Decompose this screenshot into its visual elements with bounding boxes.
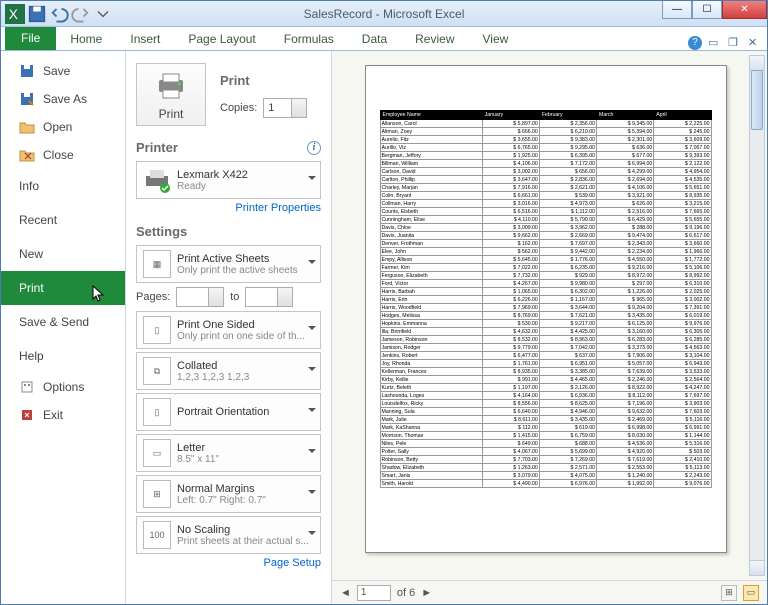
print-what-selector[interactable]: ▦ Print Active SheetsOnly print the acti… (136, 245, 321, 283)
sides-selector[interactable]: ▯ Print One SidedOnly print on one side … (136, 311, 321, 349)
preview-page: Employee NameJanuaryFebruaryMarchAprilAl… (365, 65, 727, 553)
tab-view[interactable]: View (469, 28, 523, 50)
printer-properties-link[interactable]: Printer Properties (136, 202, 321, 214)
orientation-selector[interactable]: ▯ Portrait Orientation (136, 393, 321, 431)
page-setup-link[interactable]: Page Setup (136, 557, 321, 569)
print-heading: Print (220, 73, 321, 88)
minimize-ribbon-icon[interactable]: ▭ (708, 36, 722, 50)
print-button[interactable]: Print (136, 63, 206, 126)
show-margins-button[interactable]: ⊞ (721, 585, 737, 601)
pages-from-input[interactable] (176, 287, 224, 307)
printer-selector[interactable]: Lexmark X422Ready (136, 161, 321, 199)
pages-to-label: to (230, 291, 239, 303)
restore-down-icon[interactable]: ❐ (728, 36, 742, 50)
paper-size-selector[interactable]: ▭ Letter8.5" x 11" (136, 434, 321, 472)
print-preview-pane: Employee NameJanuaryFebruaryMarchAprilAl… (331, 51, 767, 604)
printer-icon (155, 72, 187, 100)
nav-new[interactable]: New (1, 237, 125, 271)
copies-input[interactable]: 1 (263, 98, 307, 118)
nav-info[interactable]: Info (1, 169, 125, 203)
tab-page-layout[interactable]: Page Layout (174, 28, 269, 50)
nav-close[interactable]: Close (1, 141, 125, 169)
nav-recent[interactable]: Recent (1, 203, 125, 237)
tab-insert[interactable]: Insert (116, 28, 174, 50)
save-icon[interactable] (27, 4, 47, 24)
one-sided-icon: ▯ (143, 316, 171, 344)
tab-review[interactable]: Review (401, 28, 468, 50)
quick-access-toolbar: X (1, 4, 113, 24)
nav-options[interactable]: Options (1, 373, 125, 401)
sheets-icon: ▦ (143, 250, 171, 278)
title-bar: X SalesRecord - Microsoft Excel — ☐ ✕ (1, 1, 767, 27)
page-number-input[interactable]: 1 (357, 585, 391, 601)
qat-dropdown-icon[interactable] (93, 4, 113, 24)
printer-info-icon[interactable]: i (307, 141, 321, 155)
collation-selector[interactable]: ⧉ Collated1,2,3 1,2,3 1,2,3 (136, 352, 321, 390)
tab-home[interactable]: Home (56, 28, 116, 50)
close-button[interactable]: ✕ (722, 1, 767, 19)
margins-selector[interactable]: ⊞ Normal MarginsLeft: 0.7" Right: 0.7" (136, 475, 321, 513)
page-of-label: of 6 (397, 587, 415, 599)
portrait-icon: ▯ (143, 398, 171, 426)
scaling-icon: 100 (143, 521, 171, 549)
printer-device-icon (143, 166, 171, 194)
tab-data[interactable]: Data (348, 28, 401, 50)
collated-icon: ⧉ (143, 357, 171, 385)
prev-page-button[interactable]: ◄ (340, 587, 351, 599)
settings-heading: Settings (136, 224, 321, 239)
next-page-button[interactable]: ► (421, 587, 432, 599)
tab-file[interactable]: File (5, 26, 56, 50)
maximize-button[interactable]: ☐ (692, 1, 722, 19)
nav-help[interactable]: Help (1, 339, 125, 373)
excel-icon[interactable]: X (5, 4, 25, 24)
nav-exit[interactable]: Exit (1, 401, 125, 429)
nav-save-as[interactable]: Save As (1, 85, 125, 113)
nav-save[interactable]: Save (1, 57, 125, 85)
pages-to-input[interactable] (245, 287, 293, 307)
letter-icon: ▭ (143, 439, 171, 467)
nav-save-send[interactable]: Save & Send (1, 305, 125, 339)
nav-open[interactable]: Open (1, 113, 125, 141)
ribbon-tabs: File Home Insert Page Layout Formulas Da… (1, 27, 767, 51)
margins-icon: ⊞ (143, 480, 171, 508)
undo-icon[interactable] (49, 4, 69, 24)
pages-label: Pages: (136, 291, 170, 303)
svg-text:X: X (9, 7, 18, 22)
print-settings-pane: Print Print Copies: 1 Printer i Lexmark X… (126, 51, 331, 604)
zoom-to-page-button[interactable]: ▭ (743, 585, 759, 601)
minimize-button[interactable]: — (662, 1, 692, 19)
window-controls: — ☐ ✕ (662, 1, 767, 19)
preview-scrollbar[interactable] (749, 55, 765, 576)
scaling-selector[interactable]: 100 No ScalingPrint sheets at their actu… (136, 516, 321, 554)
tab-formulas[interactable]: Formulas (270, 28, 348, 50)
window-title: SalesRecord - Microsoft Excel (304, 7, 465, 21)
printer-heading: Printer (136, 140, 178, 155)
close-workbook-icon[interactable]: ✕ (748, 36, 762, 50)
nav-print[interactable]: Print (1, 271, 125, 305)
help-icon[interactable]: ? (688, 36, 702, 50)
redo-icon[interactable] (71, 4, 91, 24)
backstage-nav: Save Save As Open Close Info Recent New … (1, 51, 126, 604)
copies-label: Copies: (220, 102, 257, 114)
